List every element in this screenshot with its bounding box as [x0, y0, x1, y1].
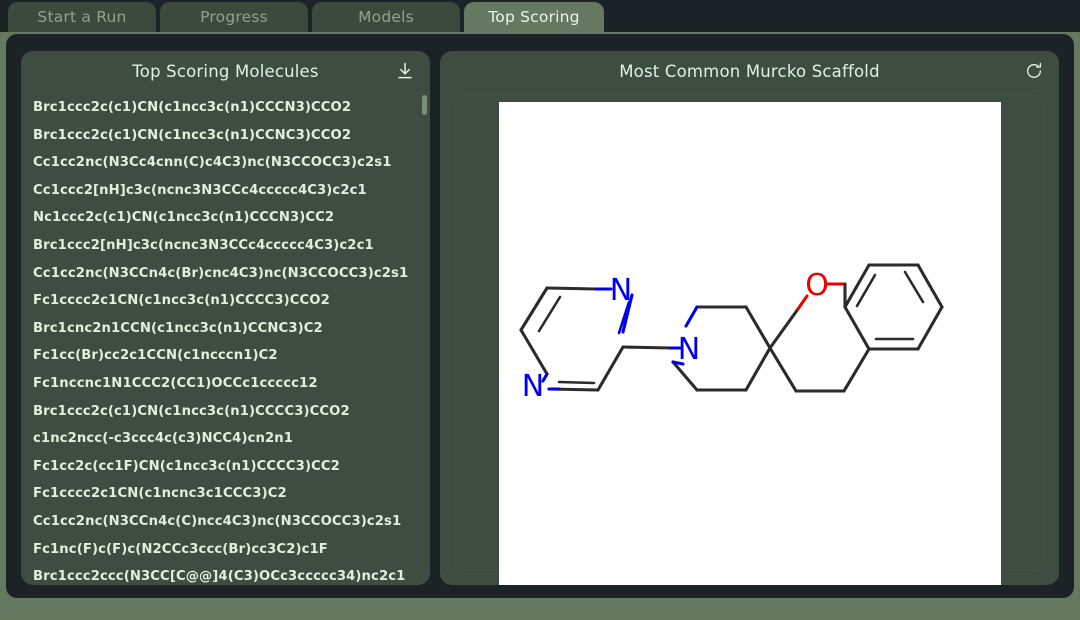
list-item[interactable]: Cc1ccc2[nH]c3c(ncnc3N3CCc4ccccc4C3)c2c1: [21, 177, 430, 205]
tab-models[interactable]: Models: [312, 2, 460, 32]
list-item[interactable]: Nc1ccc2c(c1)CN(c1ncc3c(n1)CCCN3)CC2: [21, 204, 430, 232]
svg-text:O: O: [805, 268, 829, 303]
list-item[interactable]: Fc1nc(F)c(F)c(N2CCc3ccc(Br)cc3C2)c1F: [21, 536, 430, 564]
list-item[interactable]: Cc1cc2nc(N3CCn4c(C)ncc4C3)nc(N3CCOCC3)c2…: [21, 508, 430, 536]
scrollbar-thumb[interactable]: [422, 95, 427, 115]
left-panel-title: Top Scoring Molecules: [132, 61, 319, 81]
tab-start-a-run[interactable]: Start a Run: [8, 2, 156, 32]
list-item[interactable]: Brc1ccc2ccc(N3CC[C@@]4(C3)OCc3ccccc34)nc…: [21, 563, 430, 585]
molecule-list: Brc1ccc2c(c1)CN(c1ncc3c(n1)CCCN3)CCO2 Br…: [21, 91, 430, 585]
tab-bar: Start a Run Progress Models Top Scoring: [0, 0, 1080, 32]
svg-text:N: N: [609, 273, 631, 308]
download-icon[interactable]: [394, 60, 416, 82]
murcko-scaffold-structure: N N N O: [498, 102, 1001, 585]
list-item[interactable]: Fc1cccc2c1CN(c1ncc3c(n1)CCCC3)CCO2: [21, 287, 430, 315]
list-item[interactable]: Brc1ccc2c(c1)CN(c1ncc3c(n1)CCCN3)CCO2: [21, 94, 430, 122]
list-item[interactable]: Brc1ccc2c(c1)CN(c1ncc3c(n1)CCCC3)CCO2: [21, 398, 430, 426]
right-panel-title: Most Common Murcko Scaffold: [619, 61, 880, 81]
tab-label: Progress: [200, 8, 268, 26]
tab-label: Models: [358, 8, 414, 26]
list-item[interactable]: Brc1ccc2[nH]c3c(ncnc3N3CCc4ccccc4C3)c2c1: [21, 232, 430, 260]
list-item[interactable]: Fc1cc2c(cc1F)CN(c1ncc3c(n1)CCCC3)CC2: [21, 453, 430, 481]
svg-text:N: N: [677, 332, 699, 367]
list-item[interactable]: Cc1cc2nc(N3CCn4c(Br)cnc4C3)nc(N3CCOCC3)c…: [21, 260, 430, 288]
right-panel-header: Most Common Murcko Scaffold: [440, 51, 1059, 91]
tab-progress[interactable]: Progress: [160, 2, 308, 32]
scaffold-image-card: N N N O: [454, 95, 1045, 585]
top-scoring-molecules-panel: Top Scoring Molecules Brc1ccc2c(c1)CN(c1…: [21, 51, 430, 585]
tab-label: Top Scoring: [488, 8, 580, 26]
tab-label: Start a Run: [37, 8, 127, 26]
list-item[interactable]: Fc1nccnc1N1CCC2(CC1)OCCc1ccccc12: [21, 370, 430, 398]
list-item[interactable]: Fc1cccc2c1CN(c1ncnc3c1CCC3)C2: [21, 480, 430, 508]
molecule-list-scrollbar[interactable]: [422, 95, 427, 545]
list-item[interactable]: Brc1cnc2n1CCN(c1ncc3c(n1)CCNC3)C2: [21, 315, 430, 343]
list-item[interactable]: c1nc2ncc(-c3ccc4c(c3)NCC4)cn2n1: [21, 425, 430, 453]
murcko-scaffold-panel: Most Common Murcko Scaffold N N N O: [440, 51, 1059, 585]
content-shell: Top Scoring Molecules Brc1ccc2c(c1)CN(c1…: [6, 34, 1074, 598]
tab-top-scoring[interactable]: Top Scoring: [464, 2, 604, 32]
molecule-list-container[interactable]: Brc1ccc2c(c1)CN(c1ncc3c(n1)CCCN3)CCO2 Br…: [21, 91, 430, 585]
list-item[interactable]: Brc1ccc2c(c1)CN(c1ncc3c(n1)CCNC3)CCO2: [21, 122, 430, 150]
refresh-icon[interactable]: [1023, 60, 1045, 82]
list-item[interactable]: Fc1cc(Br)cc2c1CCN(c1ncccn1)C2: [21, 342, 430, 370]
svg-text:N: N: [521, 369, 543, 404]
left-panel-header: Top Scoring Molecules: [21, 51, 430, 91]
list-item[interactable]: Cc1cc2nc(N3Cc4cnn(C)c4C3)nc(N3CCOCC3)c2s…: [21, 149, 430, 177]
